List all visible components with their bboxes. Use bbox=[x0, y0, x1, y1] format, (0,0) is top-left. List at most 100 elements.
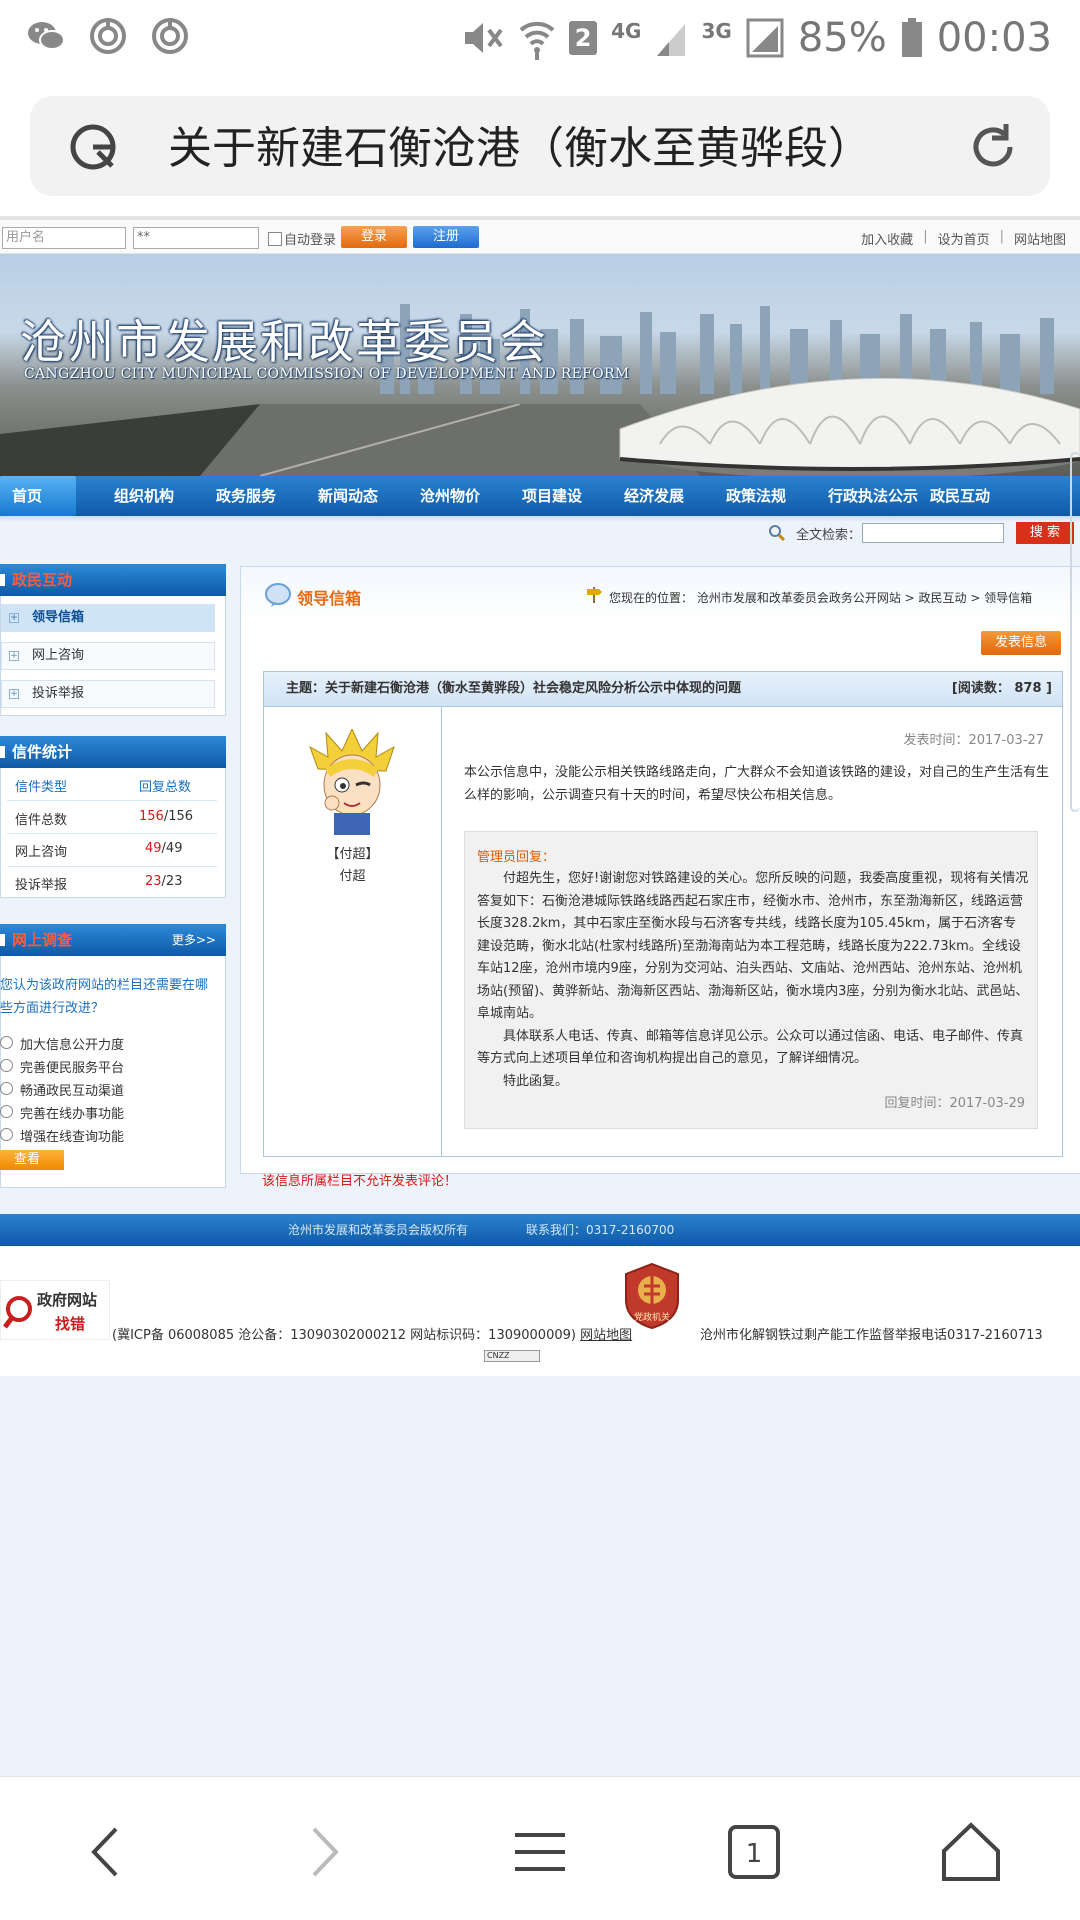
web-page: 用户名 ** 自动登录 登录 注册 加入收藏 | 设为首页 | 网站地图 沧州市… bbox=[0, 216, 1080, 1776]
panel-title: 领导信箱 bbox=[297, 589, 362, 608]
nav-organization[interactable]: 组织机构 bbox=[114, 476, 174, 516]
wifi-icon bbox=[519, 21, 555, 60]
survey-option: 完善在线办事功能 bbox=[20, 1107, 125, 1122]
survey-radio[interactable] bbox=[0, 1059, 13, 1072]
battery-icon bbox=[901, 18, 922, 57]
stats-box: 信件类型 回复总数 信件总数 156/156 网上咨询 49/49 投诉举报 2… bbox=[0, 768, 226, 898]
auto-login-checkbox[interactable] bbox=[268, 232, 282, 246]
nav-prices[interactable]: 沧州物价 bbox=[420, 476, 480, 516]
view-results-button[interactable]: 查看 bbox=[0, 1150, 64, 1170]
footer-area: 政府网站 找错 党政机关 (冀ICP备 06008085 沧公备：1309030… bbox=[0, 1246, 1080, 1376]
stats-row-type: 网上咨询 bbox=[15, 845, 68, 860]
party-gov-organ-logo[interactable]: 党政机关 bbox=[622, 1262, 682, 1330]
separator: | bbox=[999, 229, 1004, 244]
gov-site-error-badge[interactable]: 政府网站 找错 bbox=[0, 1280, 110, 1340]
topic-text: 主题：关于新建石衡沧港（衡水至黄骅段）社会稳定风险分析公示中体现的问题 bbox=[286, 681, 742, 696]
add-favorite-link[interactable]: 加入收藏 bbox=[861, 229, 913, 248]
party-gov-badge-text: 党政机关 bbox=[634, 1311, 670, 1323]
reply-paragraph: 特此函复。 bbox=[503, 1073, 569, 1089]
clock: 00:03 bbox=[936, 15, 1052, 61]
search-engine-icon[interactable] bbox=[68, 120, 122, 174]
url-bar[interactable]: 关于新建石衡沧港（衡水至黄骅段） bbox=[30, 96, 1050, 196]
reply-paragraph: 具体联系人电话、传真、邮箱等信息详见公示。公众可以通过信函、电话、电子邮件、传真… bbox=[477, 1028, 1024, 1067]
signpost-icon bbox=[587, 587, 602, 603]
nav-economy[interactable]: 经济发展 bbox=[624, 476, 684, 516]
survey-option: 增强在线查询功能 bbox=[20, 1130, 125, 1145]
stats-header-replies: 回复总数 bbox=[139, 780, 192, 795]
nav-projects[interactable]: 项目建设 bbox=[522, 476, 582, 516]
nav-news[interactable]: 新闻动态 bbox=[318, 476, 378, 516]
survey-option: 加大信息公开力度 bbox=[20, 1038, 125, 1053]
gov-badge-line2: 找错 bbox=[55, 1315, 86, 1333]
breadcrumb: 您现在的位置： 沧州市发展和改革委员会政务公开网站 > 政民互动 > 领导信箱 bbox=[609, 591, 1033, 605]
nav-law-enforcement[interactable]: 行政执法公示 bbox=[828, 476, 918, 516]
sitemap-link[interactable]: 网站地图 bbox=[1014, 229, 1066, 248]
cnzz-counter-badge[interactable]: CNZZ bbox=[484, 1350, 540, 1362]
search-button[interactable]: 搜 索 bbox=[1016, 522, 1074, 544]
sidebar-item-leader-mailbox[interactable]: + 领导信箱 bbox=[1, 604, 215, 632]
search-icon bbox=[769, 525, 786, 542]
sync-icon-2 bbox=[152, 18, 188, 54]
password-input[interactable]: ** bbox=[133, 227, 259, 249]
survey-radio[interactable] bbox=[0, 1128, 13, 1141]
menu-icon[interactable] bbox=[505, 1817, 575, 1887]
set-homepage-link[interactable]: 设为首页 bbox=[938, 229, 990, 248]
page-scrollbar[interactable] bbox=[1070, 452, 1080, 812]
search-input[interactable] bbox=[862, 523, 1004, 543]
sidebar-interaction-header: 政民互动 bbox=[0, 564, 226, 596]
battery-percent: 85% bbox=[797, 15, 887, 61]
nav-shadow bbox=[0, 516, 1080, 522]
survey-radio[interactable] bbox=[0, 1105, 13, 1118]
network-3g-label: 3G bbox=[701, 19, 732, 43]
survey-radio[interactable] bbox=[0, 1082, 13, 1095]
forward-icon[interactable] bbox=[288, 1817, 358, 1887]
reload-icon[interactable] bbox=[966, 120, 1020, 174]
divider bbox=[441, 707, 442, 1156]
road-image bbox=[0, 404, 700, 476]
survey-question: 您认为该政府网站的栏目还需要在哪些方面进行改进？ bbox=[0, 978, 209, 1016]
post-message-button[interactable]: 发表信息 bbox=[981, 631, 1061, 655]
network-4g-label: 4G bbox=[611, 19, 642, 43]
sim-slot-badge: 2 bbox=[569, 21, 598, 55]
magnifier-icon bbox=[3, 1296, 32, 1329]
register-button[interactable]: 注册 bbox=[413, 226, 479, 248]
site-banner: 沧州市发展和改革委员会 CANGZHOU CITY MUNICIPAL COMM… bbox=[0, 254, 1080, 476]
username-input[interactable]: 用户名 bbox=[2, 227, 126, 249]
stats-row-type: 信件总数 bbox=[15, 813, 68, 828]
back-icon[interactable] bbox=[72, 1817, 142, 1887]
message-box: 【付超】 付超 发表时间：2017-03-27 本公示信息中，没能公示相关铁路线… bbox=[263, 707, 1063, 1157]
browser-toolbar: 关于新建石衡沧港（衡水至黄骅段） bbox=[0, 76, 1080, 216]
top-links: 加入收藏 | 设为首页 | 网站地图 bbox=[861, 229, 1066, 248]
sidebar-interaction-box: + 领导信箱 + 网上咨询 + 投诉举报 bbox=[0, 596, 226, 716]
page-title[interactable]: 关于新建石衡沧港（衡水至黄骅段） bbox=[168, 112, 872, 176]
report-hotline: 沧州市化解钢铁过剩产能工作监督举报电话0317-2160713 bbox=[700, 1328, 1043, 1343]
home-icon[interactable] bbox=[936, 1817, 1006, 1887]
nav-policies[interactable]: 政策法规 bbox=[726, 476, 786, 516]
sidebar-section-title: 信件统计 bbox=[12, 743, 73, 761]
divider bbox=[7, 866, 217, 867]
nav-interaction[interactable]: 政民互动 bbox=[930, 476, 990, 516]
browser-bottom-nav: 1 bbox=[0, 1776, 1080, 1920]
signal-icon-2 bbox=[746, 18, 784, 58]
survey-option: 畅通政民互动渠道 bbox=[20, 1084, 125, 1099]
search-label: 全文检索： bbox=[796, 528, 862, 543]
status-bar: 2 4G 3G 85% 00:03 bbox=[0, 0, 1080, 76]
stats-row-count: 49/49 bbox=[145, 841, 183, 856]
login-button[interactable]: 登录 bbox=[341, 226, 407, 248]
reply-body: 付超先生，您好!谢谢您对铁路建设的关心。您所反映的问题，我委高度重视，现将有关情… bbox=[477, 868, 1029, 1093]
reply-time: 回复时间：2017-03-29 bbox=[884, 1096, 1025, 1111]
survey-more-link[interactable]: 更多>> bbox=[172, 924, 216, 956]
sidebar-item-online-consult[interactable]: + 网上咨询 bbox=[1, 642, 215, 670]
footer-sitemap-link[interactable]: 网站地图 bbox=[580, 1328, 632, 1343]
nav-home[interactable]: 首页 bbox=[0, 476, 77, 516]
nav-services[interactable]: 政务服务 bbox=[216, 476, 276, 516]
stats-row-count: 23/23 bbox=[145, 874, 183, 889]
footer-contact: 联系我们：0317-2160700 bbox=[526, 1223, 675, 1237]
sidebar-item-complaint[interactable]: + 投诉举报 bbox=[1, 680, 215, 708]
author-name: 付超 bbox=[339, 869, 366, 884]
sync-icon bbox=[90, 18, 126, 54]
sidebar-item-label: 投诉举报 bbox=[32, 686, 85, 701]
tabs-icon[interactable]: 1 bbox=[720, 1817, 790, 1887]
survey-radio[interactable] bbox=[0, 1036, 13, 1049]
plus-icon: + bbox=[9, 651, 19, 661]
